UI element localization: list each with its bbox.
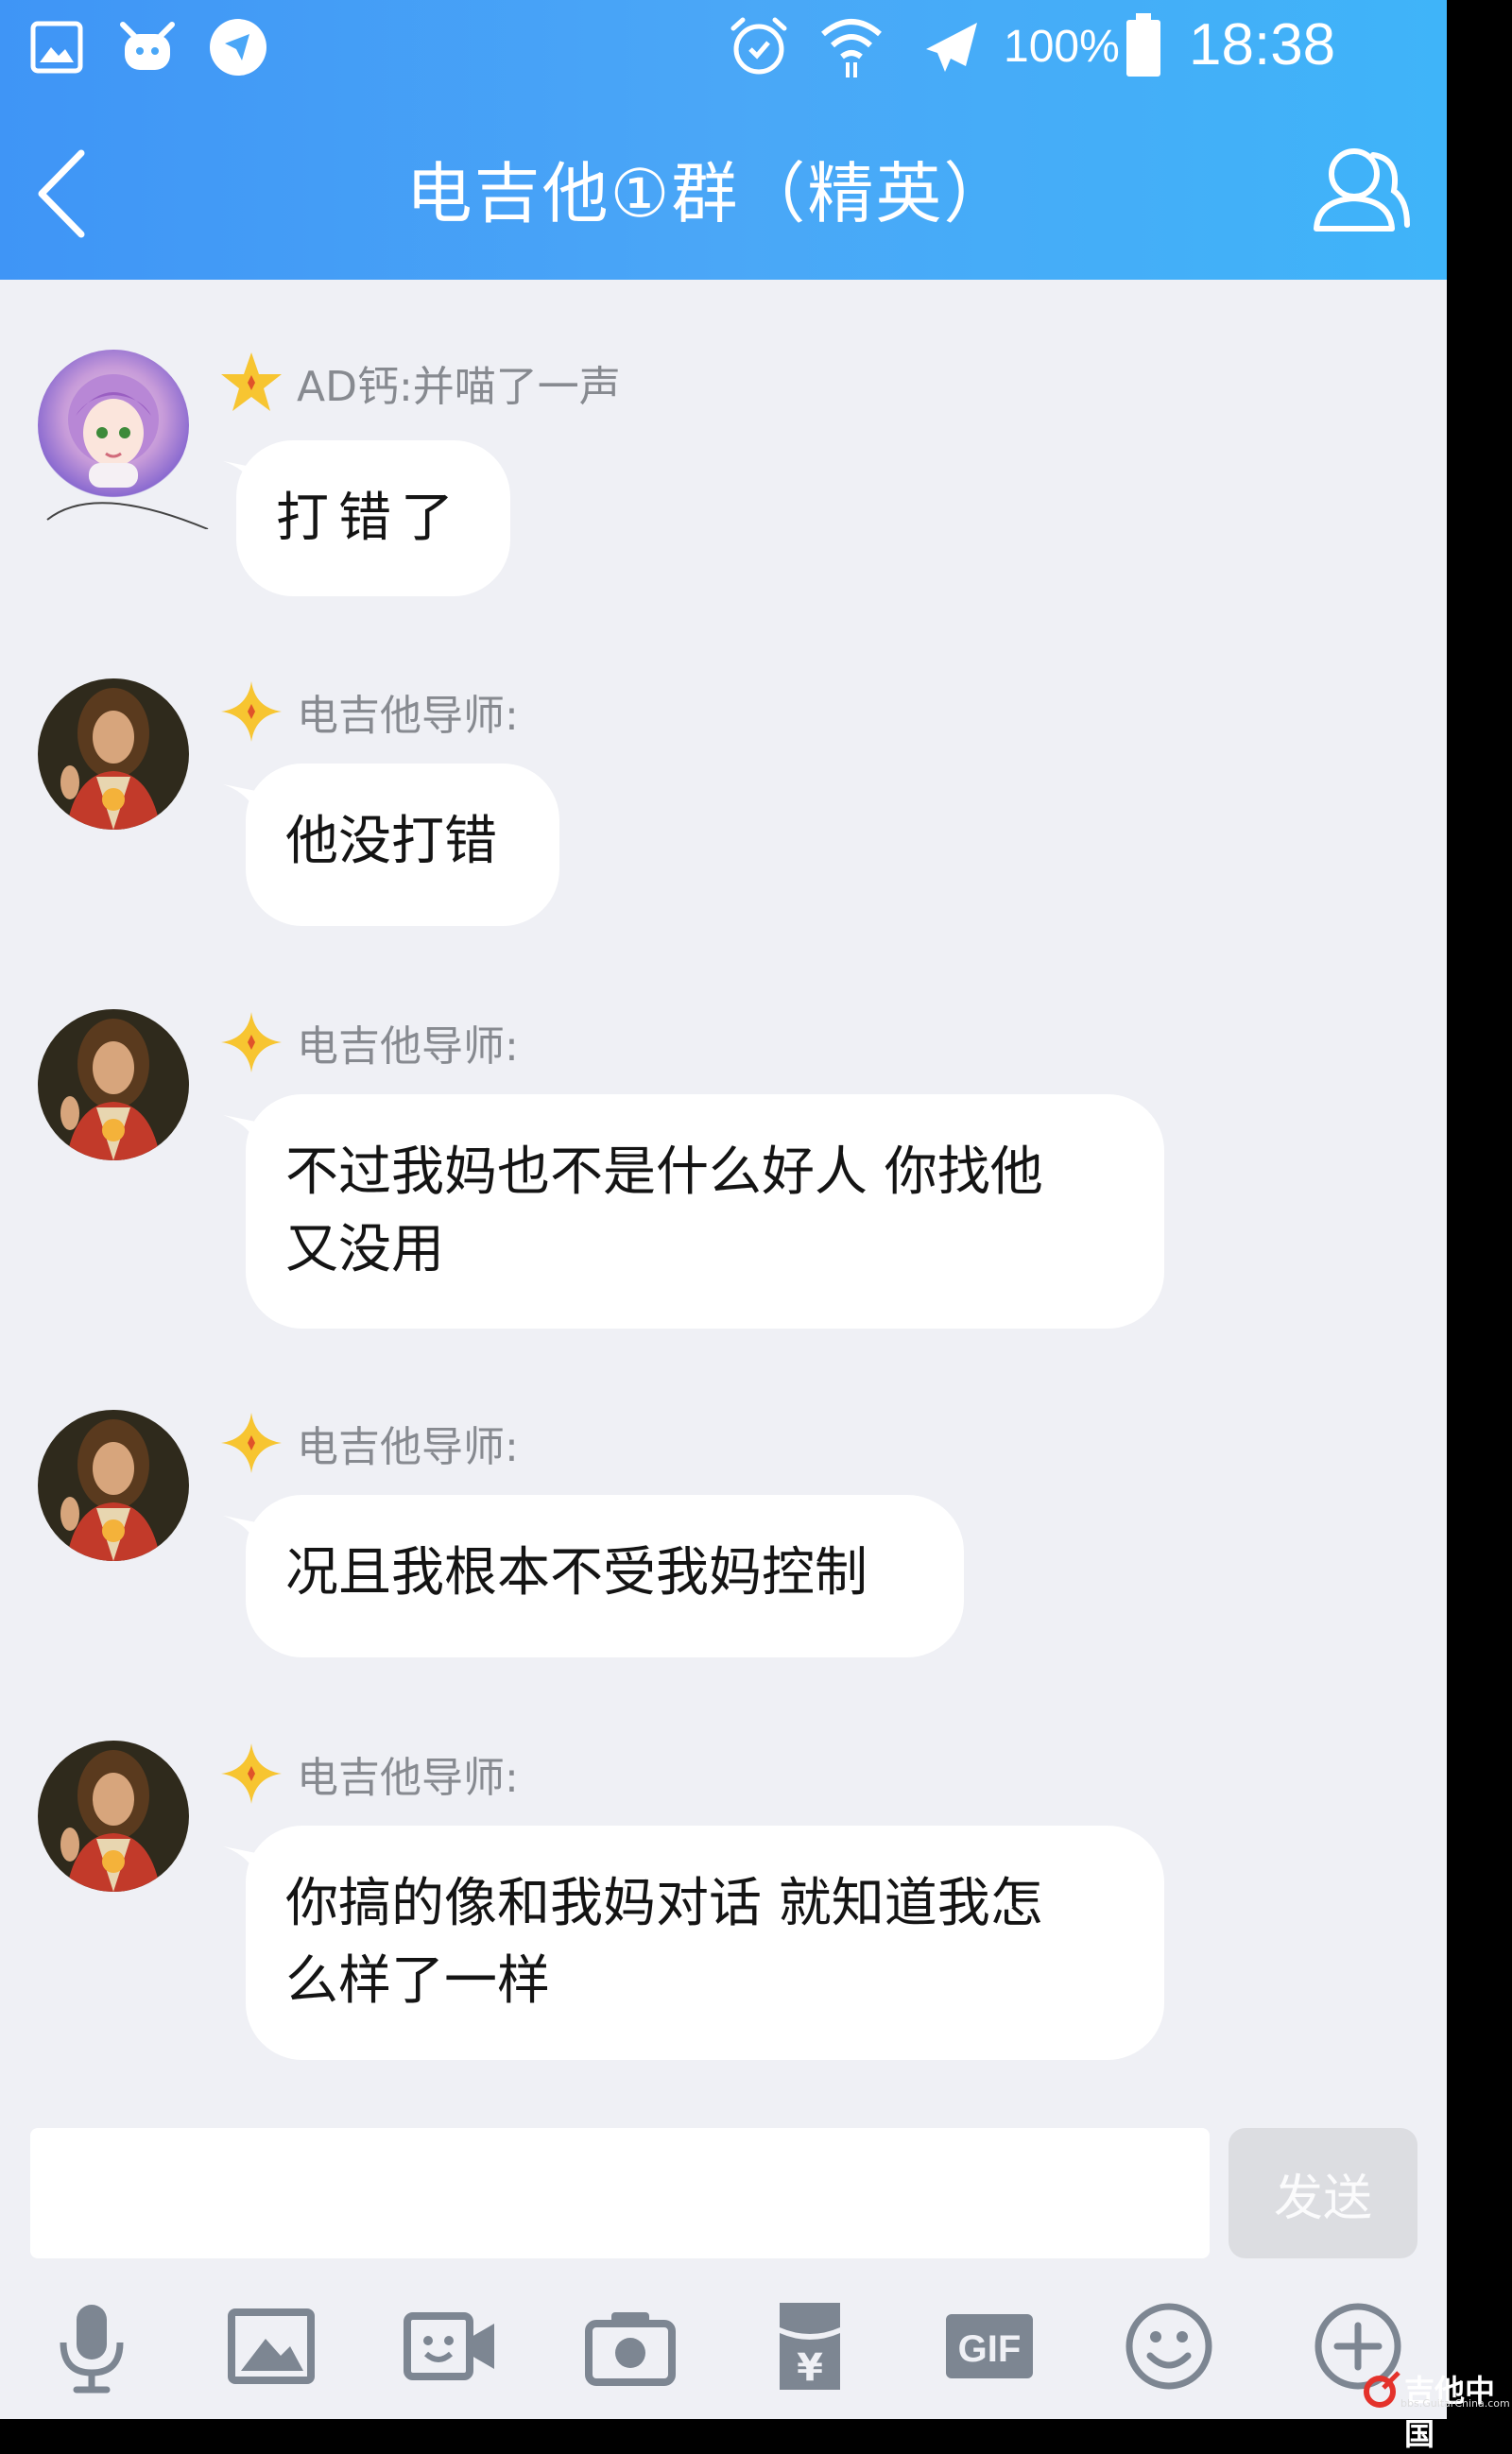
qq-browser-notification-icon	[210, 19, 266, 76]
portrait-avatar-icon	[38, 1741, 189, 1892]
emoji-icon	[1125, 2303, 1212, 2390]
red-packet-yuan-label: ¥	[797, 2346, 823, 2390]
camera-button[interactable]	[578, 2294, 682, 2398]
message-text: 你搞的像和我妈对话 就知道我怎么样了一样	[285, 1873, 1043, 2012]
chat-screen: 100% 18:38 电吉他①群（精英） AD钙:并喵了一声 打错了 电吉他导师…	[0, 0, 1447, 2419]
message-text: 不过我妈也不是什么好人 你找他又没用	[285, 1141, 1043, 1280]
mic-icon	[60, 2305, 124, 2394]
battery-percent: 100%	[1004, 22, 1120, 72]
avatar[interactable]	[38, 1741, 189, 1892]
video-call-button[interactable]	[399, 2294, 503, 2398]
camera-icon	[585, 2312, 676, 2386]
chat-title: 电吉他①群（精英）	[405, 155, 1012, 232]
portrait-avatar-icon	[38, 1410, 189, 1561]
avatar[interactable]	[38, 678, 189, 830]
message-text: 况且我根本不受我妈控制	[285, 1542, 868, 1604]
screen-border	[1447, 0, 1512, 2419]
status-bar: 100% 18:38	[0, 0, 1447, 94]
image-icon	[228, 2308, 315, 2384]
avatar[interactable]	[38, 1410, 189, 1561]
gallery-notification-icon	[30, 21, 83, 74]
sender-name: AD钙:并喵了一声	[297, 363, 621, 411]
gold-diamond-badge-icon	[221, 1743, 282, 1804]
site-watermark: 吉他中国 bbs.GuitarChina.com	[1363, 2367, 1512, 2452]
sender-line: 电吉他导师:	[219, 678, 519, 745]
guitar-logo-icon	[1364, 2371, 1400, 2408]
portrait-avatar-icon	[38, 678, 189, 830]
gif-icon: GIF	[946, 2314, 1033, 2378]
sender-line: AD钙:并喵了一声	[219, 350, 621, 416]
battery-icon	[1126, 13, 1160, 77]
message-bubble[interactable]: 不过我妈也不是什么好人 你找他又没用	[246, 1094, 1164, 1329]
watermark-sub: bbs.GuitarChina.com	[1400, 2397, 1510, 2410]
voice-button[interactable]	[40, 2294, 144, 2398]
gold-star-badge-icon	[221, 352, 282, 411]
sender-line: 电吉他导师:	[219, 1741, 519, 1807]
gif-button[interactable]: GIF	[937, 2294, 1041, 2398]
gif-label: GIF	[958, 2328, 1022, 2370]
avatar[interactable]	[38, 1009, 189, 1160]
clock: 18:38	[1189, 12, 1336, 77]
red-packet-icon: ¥	[780, 2303, 840, 2390]
alarm-icon	[730, 17, 787, 75]
message-bubble[interactable]: 他没打错	[246, 764, 559, 926]
sender-line: 电吉他导师:	[219, 1410, 519, 1476]
sender-name: 电吉他导师:	[297, 1022, 519, 1071]
airplane-mode-icon	[926, 23, 977, 72]
video-call-icon	[404, 2312, 494, 2380]
message-input[interactable]	[30, 2128, 1210, 2258]
message-text: 打错了	[276, 488, 463, 549]
image-button[interactable]	[219, 2294, 323, 2398]
back-button[interactable]	[26, 142, 102, 246]
message-bubble[interactable]: 你搞的像和我妈对话 就知道我怎么样了一样	[246, 1826, 1164, 2060]
group-members-button[interactable]	[1309, 138, 1413, 242]
gold-diamond-badge-icon	[221, 1413, 282, 1473]
sender-line: 电吉他导师:	[219, 1009, 519, 1075]
sender-name: 电吉他导师:	[297, 1423, 519, 1471]
watermark-main: 吉他中国	[1404, 2373, 1496, 2452]
message-bubble[interactable]: 况且我根本不受我妈控制	[246, 1495, 964, 1657]
portrait-avatar-icon	[38, 1009, 189, 1160]
sender-name: 电吉他导师:	[297, 692, 519, 740]
wifi-icon	[821, 19, 882, 77]
emoji-button[interactable]	[1117, 2294, 1221, 2398]
gold-diamond-badge-icon	[221, 1012, 282, 1073]
title-bar: 电吉他①群（精英）	[0, 104, 1447, 274]
input-row: 发送	[0, 2107, 1447, 2268]
send-button[interactable]: 发送	[1228, 2128, 1418, 2258]
app-notification-icon	[120, 22, 175, 70]
message-bubble[interactable]: 打错了	[236, 440, 510, 596]
message-text: 他没打错	[285, 811, 497, 872]
red-packet-button[interactable]: ¥	[758, 2294, 862, 2398]
header: 100% 18:38 电吉他①群（精英）	[0, 0, 1447, 280]
gold-diamond-badge-icon	[221, 681, 282, 742]
sender-name: 电吉他导师:	[297, 1754, 519, 1802]
input-toolbar: ¥ GIF	[0, 2277, 1447, 2419]
